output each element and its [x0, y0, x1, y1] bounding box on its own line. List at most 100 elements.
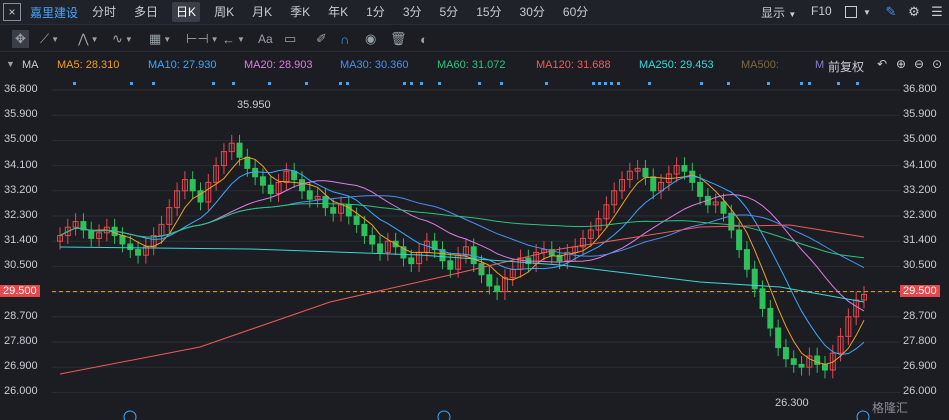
tab-period[interactable]: 5分: [436, 2, 463, 22]
pen-icon[interactable]: ✎: [882, 3, 900, 21]
close-icon[interactable]: ×: [3, 3, 21, 21]
eraser-icon[interactable]: ✐: [316, 30, 327, 48]
event-marker: [617, 82, 620, 85]
candle-body: [322, 195, 329, 209]
candle-body: [377, 243, 384, 253]
tab-period[interactable]: 60分: [559, 2, 592, 22]
ma-legend-item: MA30: 30.360: [340, 59, 409, 71]
y-tick-label: 26.900: [4, 360, 38, 373]
candle-body: [798, 363, 805, 368]
candle-body: [353, 215, 360, 225]
candle-body: [494, 285, 501, 293]
tab-period[interactable]: 15分: [472, 2, 505, 22]
kline-svg[interactable]: [0, 77, 949, 420]
event-marker: [420, 82, 423, 85]
trash-icon[interactable]: 🗑: [390, 30, 407, 48]
menu-icon[interactable]: ☰: [928, 3, 946, 21]
settings-icon[interactable]: ⚙: [905, 3, 923, 21]
tab-period[interactable]: 日K: [172, 2, 201, 22]
candle-body: [291, 170, 298, 181]
magnet-icon[interactable]: ∩: [340, 30, 349, 48]
tab-period[interactable]: 年K: [324, 2, 352, 22]
comment-icon[interactable]: ▭: [284, 30, 296, 48]
toggle-icon[interactable]: ◐: [420, 30, 428, 48]
kline-chart[interactable]: 36.800 35.900 35.000 34.100 33.200 32.300 31.4…: [0, 77, 949, 420]
event-marker: [212, 82, 215, 85]
candle-body: [767, 307, 774, 329]
ma-legend-item: MA5: 28.310: [57, 59, 120, 71]
event-marker: [727, 82, 730, 85]
candle-body: [306, 190, 313, 200]
undo-icon[interactable]: ↶: [877, 57, 887, 71]
y-tick-label: 36.800: [4, 83, 38, 95]
ma-line: [59, 202, 865, 259]
event-marker: [478, 82, 481, 85]
ma-line: [59, 195, 865, 269]
y-tick-label: 34.100: [4, 158, 38, 171]
chevron-down-icon[interactable]: ▼: [858, 3, 876, 21]
adjust-dropdown[interactable]: 前复权: [828, 58, 864, 75]
chart-tool-icon[interactable]: ▦ ▼: [149, 30, 171, 48]
candle-body: [127, 243, 134, 251]
range-tool-icon[interactable]: ⊢⊣ ▼: [186, 30, 219, 48]
current-price-label: 29.500: [900, 284, 940, 297]
tab-period[interactable]: 月K: [248, 2, 276, 22]
event-marker: [500, 82, 503, 85]
candle-body: [267, 184, 274, 195]
event-marker: [305, 82, 308, 85]
tab-period[interactable]: 多日: [130, 2, 162, 22]
event-marker: [130, 82, 133, 85]
crosshair-icon[interactable]: ✥: [12, 30, 29, 48]
text-tool-icon[interactable]: Aa: [258, 30, 273, 48]
event-marker: [152, 82, 155, 85]
candle-body: [697, 181, 704, 197]
ma-legend-item: MA60: 31.072: [437, 59, 506, 71]
y-tick-label: 36.800: [903, 83, 937, 95]
f10-button[interactable]: F10: [811, 4, 832, 18]
event-marker: [73, 82, 76, 85]
tab-period[interactable]: 30分: [516, 2, 549, 22]
event-marker: [339, 82, 342, 85]
y-tick-label: 32.300: [4, 209, 38, 221]
ma-legend-item: MA250: 29.453: [639, 59, 714, 71]
candle-body: [478, 263, 485, 276]
zoom-out-icon[interactable]: ⊖: [914, 57, 924, 71]
tab-period[interactable]: 周K: [210, 2, 238, 22]
tab-period[interactable]: 季K: [286, 2, 314, 22]
display-dropdown[interactable]: 显示 ▼: [761, 4, 796, 21]
polyline-tool-icon[interactable]: ⋀ ▼: [78, 30, 99, 48]
tab-period[interactable]: 分时: [88, 2, 120, 22]
ma-legend: ▼ MA MA5: 28.310 MA10: 27.930 MA20: 28.903…: [0, 53, 949, 77]
candle-body: [88, 229, 95, 239]
ma-legend-item: M: [815, 59, 825, 71]
y-tick-label: 34.100: [903, 158, 937, 171]
y-tick-label: 33.200: [4, 183, 38, 196]
y-tick-label: 26.000: [4, 385, 38, 398]
y-tick-label: 33.200: [903, 183, 937, 196]
y-tick-label: 26.000: [903, 385, 937, 398]
line-tool-icon[interactable]: ⟋ ▼: [40, 30, 59, 48]
tab-period[interactable]: 3分: [399, 2, 426, 22]
y-tick-label: 28.700: [903, 309, 937, 322]
tab-period[interactable]: 1分: [362, 2, 389, 22]
arrow-tool-icon[interactable]: ← ▼: [222, 30, 245, 48]
y-tick-label: 26.900: [903, 360, 937, 373]
zoom-in-icon[interactable]: ⊕: [896, 57, 906, 71]
display-label: 显示: [761, 6, 786, 20]
wave-tool-icon[interactable]: ∿ ▼: [112, 30, 133, 48]
eye-icon[interactable]: ◉: [365, 30, 376, 48]
candle-body: [743, 249, 750, 270]
chevron-down-icon[interactable]: ▼: [6, 59, 15, 69]
candle-body: [119, 235, 126, 245]
ma-legend-item: MA20: 28.903: [244, 59, 313, 71]
candle-body: [189, 179, 196, 192]
stock-name[interactable]: 嘉里建设: [30, 4, 78, 21]
event-marker: [268, 82, 271, 85]
candle-body: [369, 235, 376, 245]
y-tick-label: 32.300: [903, 209, 937, 221]
candle-body: [790, 358, 797, 365]
y-tick-label: 27.800: [4, 335, 38, 347]
ma-toggle[interactable]: MA: [22, 59, 39, 71]
y-tick-label: 28.700: [4, 309, 38, 322]
more-icon[interactable]: ⊙: [932, 57, 942, 71]
